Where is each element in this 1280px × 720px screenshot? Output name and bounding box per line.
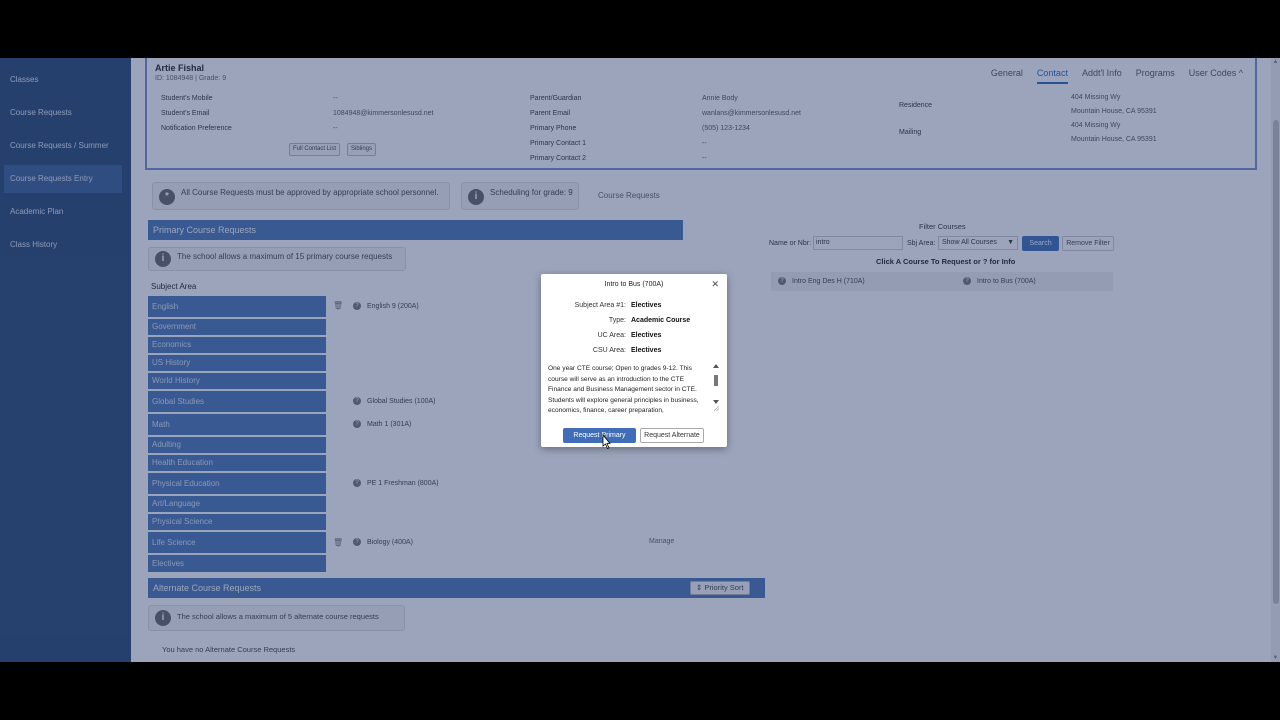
mouse-cursor-icon: [602, 434, 611, 450]
modal-title: Intro to Bus (700A): [604, 281, 664, 288]
course-description[interactable]: One year CTE course; Open to grades 9-12…: [545, 362, 719, 416]
request-alternate-button[interactable]: Request Alternate: [640, 428, 704, 443]
request-primary-button[interactable]: Request Primary: [563, 428, 636, 443]
description-scrollbar[interactable]: [713, 364, 719, 412]
course-info-modal: Intro to Bus (700A) ✕ Subject Area #1: El…: [541, 274, 727, 447]
close-icon[interactable]: ✕: [711, 279, 719, 290]
